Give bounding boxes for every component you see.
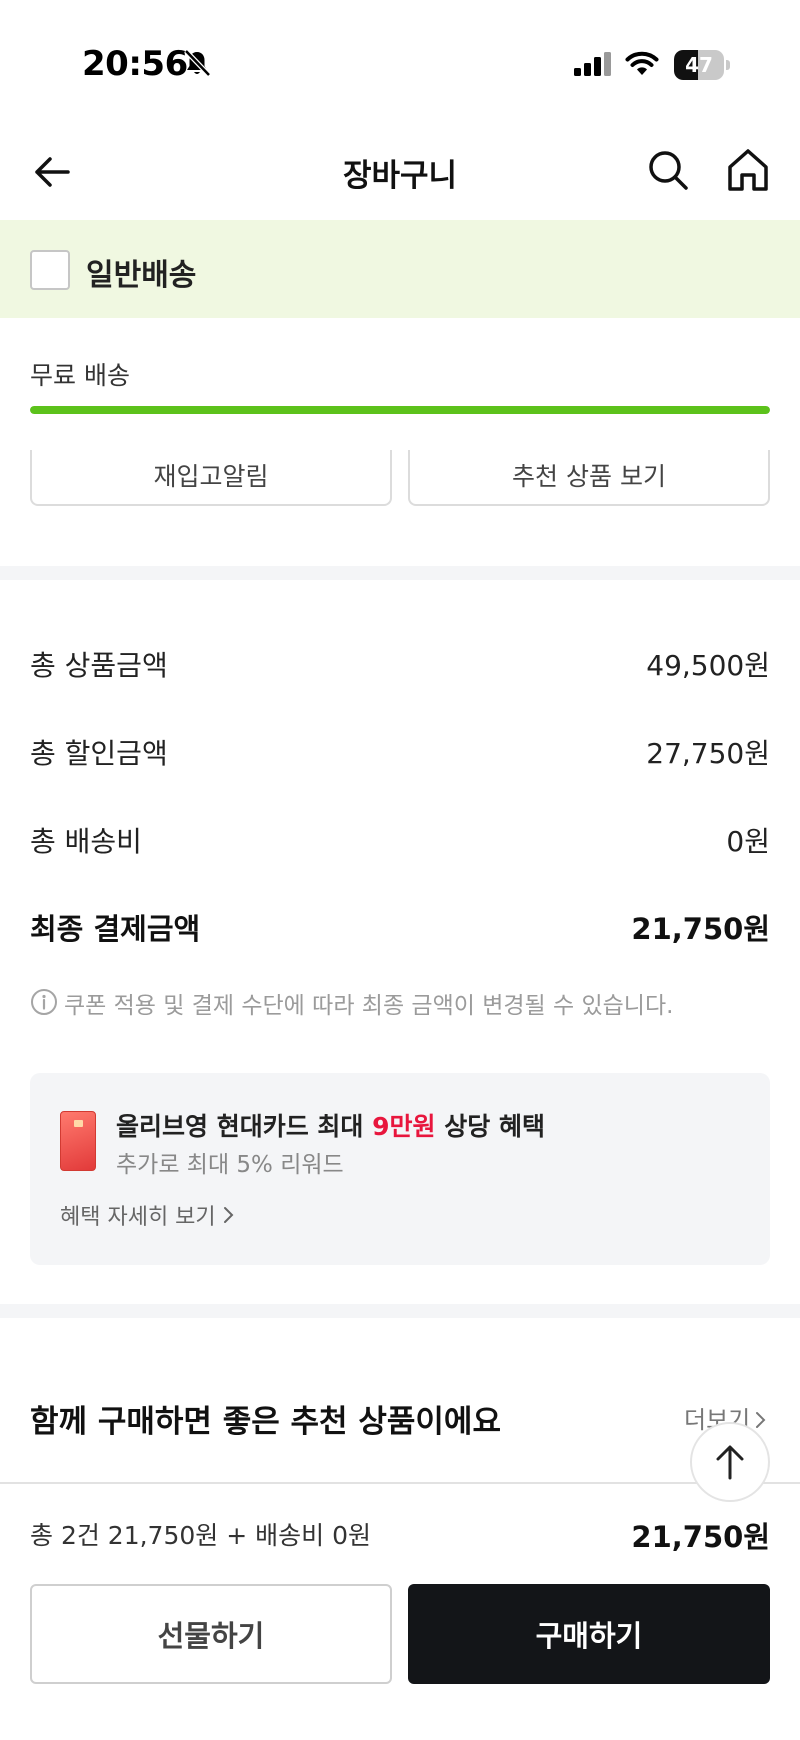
- delivery-group-header: 일반배송: [0, 220, 800, 318]
- wifi-icon: [625, 51, 659, 75]
- final-total-value: 21,750원: [631, 912, 770, 946]
- promo-title-highlight: 9만원: [372, 1112, 436, 1141]
- arrow-up-icon: [716, 1445, 744, 1480]
- notice-text: 쿠폰 적용 및 결제 수단에 따라 최종 금액이 변경될 수 있습니다.: [64, 993, 674, 1019]
- view-recommended-button[interactable]: 추천 상품 보기: [408, 450, 770, 506]
- summary-value: 49,500원: [646, 649, 770, 682]
- order-summary-text: 총 2건 21,750원 + 배송비 0원: [30, 1521, 371, 1550]
- promo-details-label: 혜택 자세히 보기: [60, 1205, 216, 1230]
- summary-label: 총 상품금액: [30, 649, 168, 682]
- summary-value: 27,750원: [646, 737, 770, 770]
- promo-title-prefix: 올리브영 현대카드 최대: [116, 1112, 373, 1141]
- status-bar: 20:56 47: [0, 0, 800, 120]
- promo-title: 올리브영 현대카드 최대 9만원 상당 혜택: [116, 1107, 545, 1143]
- scroll-to-top-button[interactable]: [690, 1422, 770, 1502]
- restock-alert-button[interactable]: 재입고알림: [30, 450, 392, 506]
- credit-card-icon: [60, 1111, 96, 1171]
- section-divider: [0, 1304, 800, 1318]
- cellular-signal-icon: [574, 52, 611, 76]
- free-shipping-progress-fill: [30, 406, 770, 414]
- summary-label: 총 배송비: [30, 825, 142, 858]
- recommend-section-title: 함께 구매하면 좋은 추천 상품이에요: [30, 1404, 501, 1440]
- summary-label: 총 할인금액: [30, 737, 168, 770]
- battery-icon: 47: [674, 50, 730, 80]
- gift-button[interactable]: 선물하기: [30, 1584, 392, 1684]
- order-total-price: 21,750원: [631, 1520, 770, 1554]
- battery-percent: 47: [685, 53, 713, 77]
- free-shipping-progress: [30, 406, 770, 414]
- promo-title-suffix: 상당 혜택: [435, 1112, 545, 1141]
- free-shipping-label: 무료 배송: [30, 361, 130, 390]
- checkout-bar: 총 2건 21,750원 + 배송비 0원 21,750원 선물하기 구매하기: [0, 1482, 800, 1740]
- summary-value: 0원: [726, 825, 770, 858]
- nav-header: 장바구니: [0, 120, 800, 220]
- info-icon: [31, 989, 57, 1015]
- promo-subtitle: 추가로 최대 5% 리워드: [116, 1152, 344, 1178]
- search-icon[interactable]: [646, 148, 690, 192]
- final-total-label: 최종 결제금액: [30, 912, 201, 946]
- status-time: 20:56: [82, 44, 188, 84]
- delivery-type-label: 일반배송: [86, 258, 197, 293]
- card-promo-banner[interactable]: 올리브영 현대카드 최대 9만원 상당 혜택 추가로 최대 5% 리워드 혜택 …: [30, 1073, 770, 1265]
- chevron-right-icon: [223, 1207, 234, 1223]
- promo-details-link[interactable]: 혜택 자세히 보기: [60, 1199, 234, 1231]
- select-all-checkbox[interactable]: [30, 250, 70, 290]
- section-divider: [0, 566, 800, 580]
- bell-muted-icon: [184, 49, 211, 77]
- buy-button[interactable]: 구매하기: [408, 1584, 770, 1684]
- home-icon[interactable]: [724, 146, 772, 194]
